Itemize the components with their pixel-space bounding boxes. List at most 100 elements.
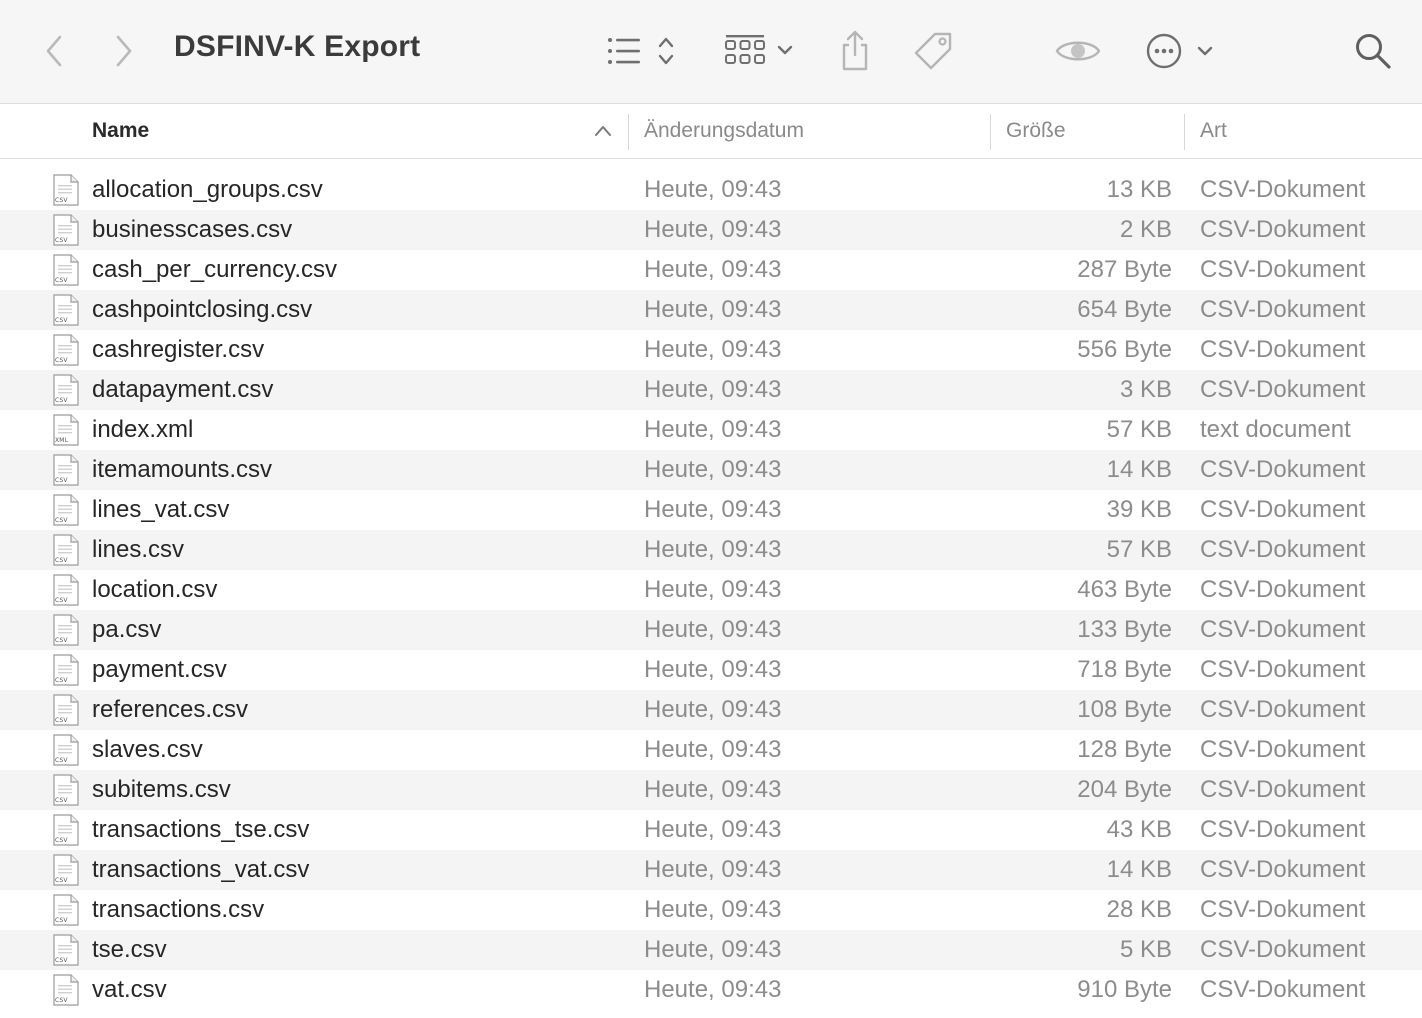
file-type-badge: CSV bbox=[55, 597, 68, 604]
file-row[interactable]: CSV transactions_tse.csv Heute, 09:43 43 KB… bbox=[0, 810, 1422, 850]
file-type-badge: CSV bbox=[55, 717, 68, 724]
file-size: 654 Byte bbox=[1077, 296, 1172, 323]
file-row[interactable]: CSV location.csv Heute, 09:43 463 Byte CSV-D… bbox=[0, 570, 1422, 610]
share-icon bbox=[842, 30, 868, 71]
file-modified-date: Heute, 09:43 bbox=[644, 816, 782, 843]
file-kind: text document bbox=[1200, 416, 1351, 443]
quicklook-button[interactable] bbox=[1052, 26, 1104, 76]
file-size: 14 KB bbox=[1106, 456, 1172, 483]
document-icon: CSV bbox=[52, 494, 80, 526]
file-modified-date: Heute, 09:43 bbox=[644, 176, 782, 203]
file-name: businesscases.csv bbox=[92, 216, 293, 243]
file-row[interactable]: CSV transactions.csv Heute, 09:43 28 KB CSV-… bbox=[0, 890, 1422, 930]
file-row[interactable]: CSV payment.csv Heute, 09:43 718 Byte CSV-Do… bbox=[0, 650, 1422, 690]
file-size: 463 Byte bbox=[1077, 576, 1172, 603]
file-type-badge: CSV bbox=[55, 917, 68, 924]
file-type-badge: CSV bbox=[55, 637, 68, 644]
file-row[interactable]: CSV pa.csv Heute, 09:43 133 Byte CSV-Dokumen… bbox=[0, 610, 1422, 650]
file-row[interactable]: CSV allocation_groups.csv Heute, 09:43 13 K… bbox=[0, 170, 1422, 210]
file-row[interactable]: CSV references.csv Heute, 09:43 108 Byte CSV… bbox=[0, 690, 1422, 730]
file-size: 556 Byte bbox=[1077, 336, 1172, 363]
column-header-name[interactable]: Name bbox=[92, 105, 149, 159]
file-type-badge: CSV bbox=[55, 797, 68, 804]
column-divider[interactable] bbox=[628, 114, 629, 150]
file-row[interactable]: CSV cash_per_currency.csv Heute, 09:43 287 … bbox=[0, 250, 1422, 290]
file-name: location.csv bbox=[92, 576, 218, 603]
file-size: 2 KB bbox=[1119, 216, 1172, 243]
file-row[interactable]: CSV slaves.csv Heute, 09:43 128 Byte CSV-Dok… bbox=[0, 730, 1422, 770]
more-actions-button[interactable] bbox=[1144, 26, 1220, 76]
file-row[interactable]: CSV businesscases.csv Heute, 09:43 2 KB CSV-… bbox=[0, 210, 1422, 250]
group-button[interactable] bbox=[722, 26, 800, 76]
file-row[interactable]: XML index.xml Heute, 09:43 57 KB text docume… bbox=[0, 410, 1422, 450]
file-modified-date: Heute, 09:43 bbox=[644, 656, 782, 683]
file-name: pa.csv bbox=[92, 616, 162, 643]
file-size: 204 Byte bbox=[1077, 776, 1172, 803]
file-kind: CSV-Dokument bbox=[1200, 496, 1366, 523]
file-row[interactable]: CSV datapayment.csv Heute, 09:43 3 KB CSV-Do… bbox=[0, 370, 1422, 410]
file-type-badge: CSV bbox=[55, 837, 68, 844]
file-name: lines_vat.csv bbox=[92, 496, 230, 523]
file-modified-date: Heute, 09:43 bbox=[644, 336, 782, 363]
file-kind: CSV-Dokument bbox=[1200, 176, 1366, 203]
file-row[interactable]: CSV lines_vat.csv Heute, 09:43 39 KB CSV-Dok… bbox=[0, 490, 1422, 530]
file-type-badge: CSV bbox=[55, 517, 68, 524]
document-icon: CSV bbox=[52, 374, 80, 406]
column-header-kind[interactable]: Art bbox=[1200, 105, 1227, 159]
file-type-badge: CSV bbox=[55, 237, 68, 244]
tag-button[interactable] bbox=[910, 26, 956, 76]
file-modified-date: Heute, 09:43 bbox=[644, 216, 782, 243]
file-row[interactable]: CSV lines.csv Heute, 09:43 57 KB CSV-Dokumen… bbox=[0, 530, 1422, 570]
document-icon: CSV bbox=[52, 734, 80, 766]
document-icon: CSV bbox=[52, 574, 80, 606]
file-size: 287 Byte bbox=[1077, 256, 1172, 283]
file-modified-date: Heute, 09:43 bbox=[644, 776, 782, 803]
file-row[interactable]: CSV itemamounts.csv Heute, 09:43 14 KB CSV-D… bbox=[0, 450, 1422, 490]
file-name: cashpointclosing.csv bbox=[92, 296, 313, 323]
file-size: 5 KB bbox=[1119, 936, 1172, 963]
file-kind: CSV-Dokument bbox=[1200, 976, 1366, 1003]
file-row[interactable]: CSV transactions_vat.csv Heute, 09:43 14 KB… bbox=[0, 850, 1422, 890]
file-kind: CSV-Dokument bbox=[1200, 896, 1366, 923]
sort-ascending-icon[interactable] bbox=[594, 124, 612, 138]
file-name: lines.csv bbox=[92, 536, 185, 563]
column-divider[interactable] bbox=[990, 114, 991, 150]
file-name: transactions_vat.csv bbox=[92, 856, 310, 883]
chevron-right-icon bbox=[116, 35, 132, 67]
file-name: datapayment.csv bbox=[92, 376, 274, 403]
file-size: 43 KB bbox=[1106, 816, 1172, 843]
file-modified-date: Heute, 09:43 bbox=[644, 416, 782, 443]
search-button[interactable] bbox=[1352, 26, 1394, 76]
file-modified-date: Heute, 09:43 bbox=[644, 256, 782, 283]
view-mode-button[interactable] bbox=[604, 26, 682, 76]
file-row[interactable]: CSV cashpointclosing.csv Heute, 09:43 654 B… bbox=[0, 290, 1422, 330]
document-icon: CSV bbox=[52, 294, 80, 326]
file-name: payment.csv bbox=[92, 656, 227, 683]
file-size: 128 Byte bbox=[1077, 736, 1172, 763]
file-row[interactable]: CSV tse.csv Heute, 09:43 5 KB CSV-Dokument bbox=[0, 930, 1422, 970]
file-type-badge: CSV bbox=[55, 197, 68, 204]
file-size: 57 KB bbox=[1106, 536, 1172, 563]
file-name: vat.csv bbox=[92, 976, 167, 1003]
file-name: itemamounts.csv bbox=[92, 456, 273, 483]
back-button[interactable] bbox=[36, 26, 72, 76]
file-list: CSV allocation_groups.csv Heute, 09:43 13 K… bbox=[0, 170, 1422, 1010]
file-kind: CSV-Dokument bbox=[1200, 776, 1366, 803]
document-icon: CSV bbox=[52, 894, 80, 926]
forward-button[interactable] bbox=[106, 26, 142, 76]
file-modified-date: Heute, 09:43 bbox=[644, 936, 782, 963]
document-icon: XML bbox=[52, 414, 80, 446]
file-row[interactable]: CSV cashregister.csv Heute, 09:43 556 Byte C… bbox=[0, 330, 1422, 370]
column-divider[interactable] bbox=[1184, 114, 1185, 150]
document-icon: CSV bbox=[52, 694, 80, 726]
column-header-date[interactable]: Änderungsdatum bbox=[644, 105, 804, 159]
share-button[interactable] bbox=[834, 26, 876, 76]
tag-icon bbox=[914, 32, 952, 70]
file-kind: CSV-Dokument bbox=[1200, 336, 1366, 363]
file-row[interactable]: CSV subitems.csv Heute, 09:43 204 Byte CSV-D… bbox=[0, 770, 1422, 810]
file-row[interactable]: CSV vat.csv Heute, 09:43 910 Byte CSV-Dokume… bbox=[0, 970, 1422, 1010]
file-kind: CSV-Dokument bbox=[1200, 936, 1366, 963]
file-modified-date: Heute, 09:43 bbox=[644, 856, 782, 883]
document-icon: CSV bbox=[52, 174, 80, 206]
column-header-size[interactable]: Größe bbox=[1006, 105, 1066, 159]
